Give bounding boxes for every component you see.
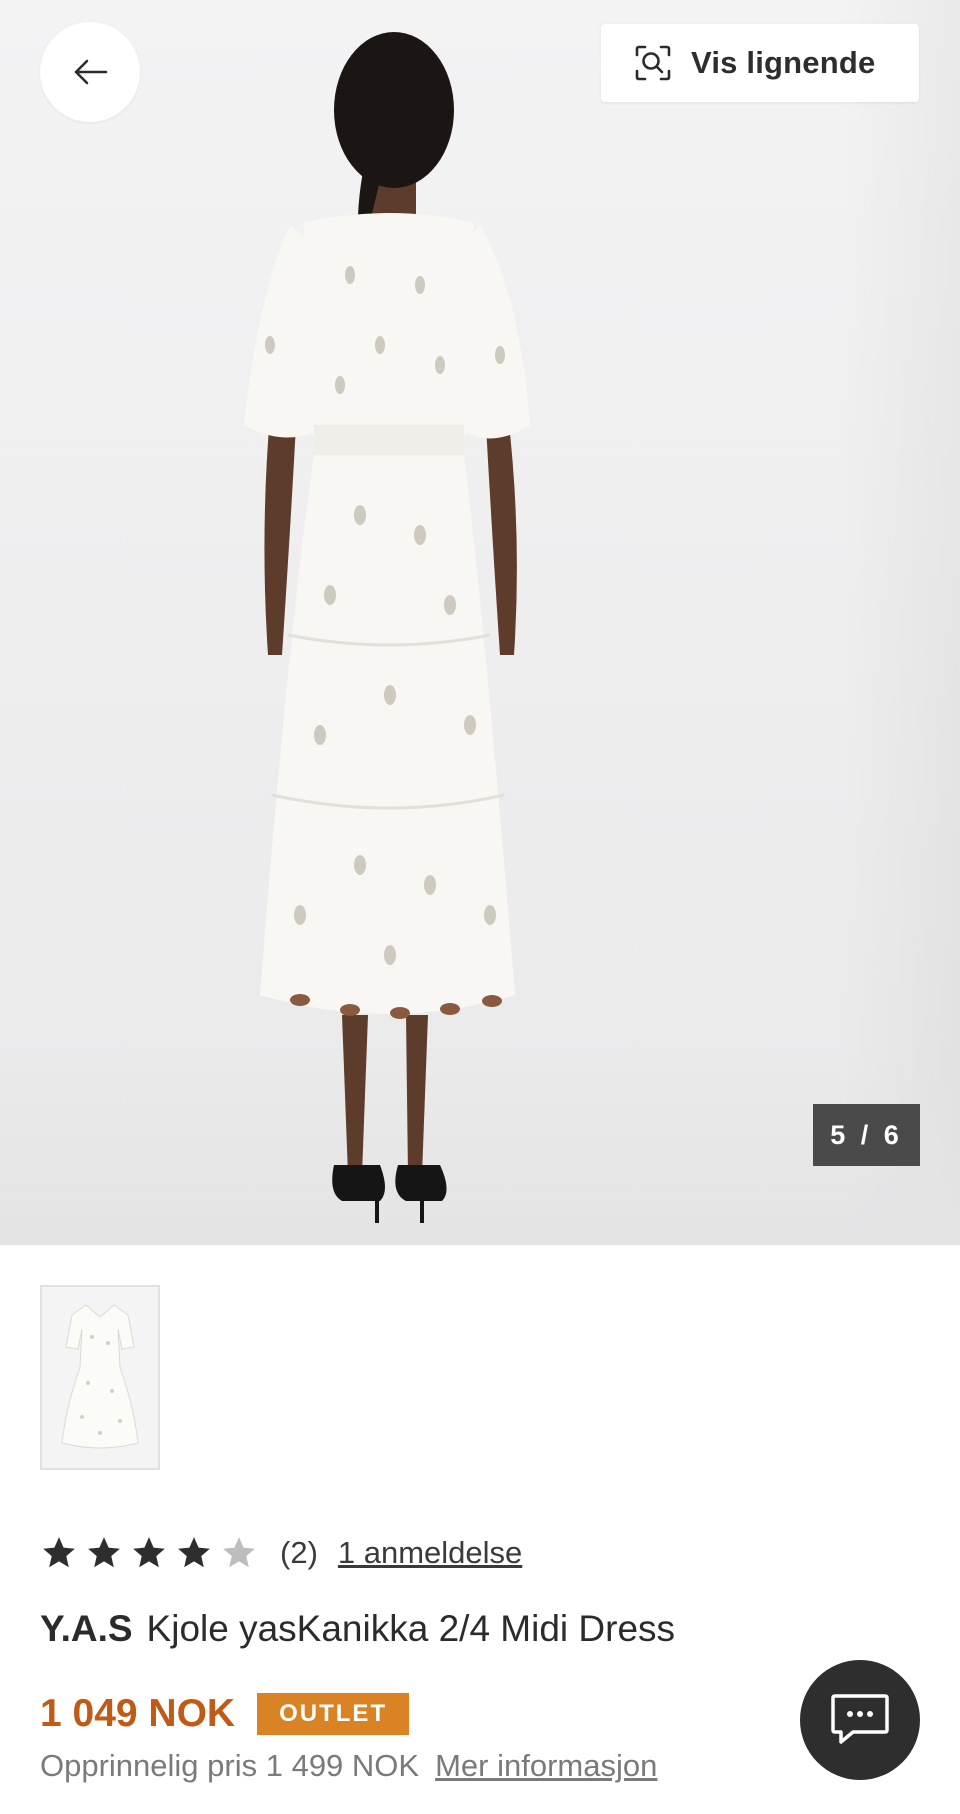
star-filled-icon <box>88 1537 120 1568</box>
rating-row: (2) 1 anmeldelse <box>40 1528 522 1578</box>
chat-button[interactable] <box>800 1660 920 1780</box>
original-price: Opprinnelig pris 1 499 NOK <box>40 1748 420 1783</box>
chat-bubble-icon <box>831 1694 889 1744</box>
back-button[interactable] <box>40 22 140 122</box>
gallery-thumbnail[interactable] <box>40 1285 160 1470</box>
star-filled-icon <box>133 1537 165 1568</box>
reviews-link[interactable]: 1 anmeldelse <box>338 1535 522 1571</box>
show-similar-label: Vis lignende <box>691 45 876 80</box>
show-similar-button[interactable]: Vis lignende <box>601 24 919 102</box>
original-price-row: Opprinnelig pris 1 499 NOK Mer informasjo… <box>40 1748 657 1784</box>
outlet-badge: OUTLET <box>257 1693 410 1735</box>
star-rating <box>40 1534 258 1572</box>
more-info-link[interactable]: Mer informasjon <box>435 1748 657 1783</box>
star-empty-icon <box>223 1537 255 1568</box>
sale-price: 1 049 NOK <box>40 1692 236 1735</box>
product-title: Y.A.S Kjole yasKanikka 2/4 Midi Dress <box>40 1608 675 1650</box>
review-count: (2) <box>280 1535 318 1570</box>
product-name: Kjole yasKanikka 2/4 Midi Dress <box>146 1608 676 1649</box>
product-image-gallery[interactable] <box>0 0 960 1245</box>
thumbnail-dress-image <box>42 1287 158 1468</box>
visual-search-icon <box>635 45 671 81</box>
product-brand[interactable]: Y.A.S <box>40 1608 133 1649</box>
star-filled-icon <box>43 1537 75 1568</box>
image-counter: 5 / 6 <box>813 1104 920 1166</box>
product-photo-model-back-view <box>244 32 530 1223</box>
arrow-left-icon <box>74 59 108 85</box>
price-row: 1 049 NOK OUTLET <box>40 1688 410 1740</box>
star-filled-icon <box>178 1537 210 1568</box>
